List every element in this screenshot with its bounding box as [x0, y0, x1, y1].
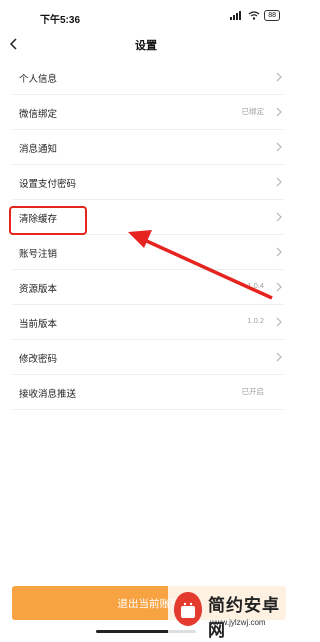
watermark-name: 简约安卓网: [208, 596, 280, 640]
chevron-right-icon: [276, 352, 282, 362]
android-logo-icon: [174, 592, 202, 626]
row-value: 1.0.2: [247, 316, 264, 325]
status-icons: 88: [230, 10, 280, 21]
nav-bar: 设置: [0, 34, 292, 56]
wifi-icon: [248, 11, 260, 20]
row-label: 设置支付密码: [19, 179, 77, 190]
chevron-right-icon: [276, 142, 282, 152]
chevron-right-icon: [276, 72, 282, 82]
row-value: 已开启: [241, 387, 265, 396]
status-time: 下午5:36: [40, 15, 81, 26]
settings-row-payment-password[interactable]: 设置支付密码: [12, 165, 284, 200]
row-label: 当前版本: [19, 319, 58, 330]
row-label: 修改密码: [19, 354, 58, 365]
row-label: 账号注销: [19, 249, 58, 260]
page-title: 设置: [135, 40, 157, 52]
chevron-right-icon: [276, 177, 282, 187]
watermark: 简约安卓网 www.jylzwj.com: [168, 580, 292, 642]
settings-row-current-version[interactable]: 当前版本 1.0.2: [12, 305, 284, 340]
chevron-right-icon: [276, 317, 282, 327]
chevron-right-icon: [276, 212, 282, 222]
row-label: 资源版本: [19, 284, 58, 295]
signal-icon: [230, 11, 242, 20]
row-value: 已绑定: [241, 107, 265, 116]
row-label: 微信绑定: [19, 109, 58, 120]
status-bar: 下午5:36 88: [0, 0, 292, 34]
row-label: 消息通知: [19, 144, 58, 155]
settings-row-notifications[interactable]: 消息通知: [12, 130, 284, 165]
chevron-right-icon: [276, 107, 282, 117]
chevron-right-icon: [276, 282, 282, 292]
settings-row-push-messages[interactable]: 接收消息推送 已开启: [12, 375, 284, 410]
chevron-right-icon: [276, 247, 282, 257]
settings-row-change-password[interactable]: 修改密码: [12, 340, 284, 375]
highlight-box: [9, 206, 87, 235]
settings-row-personal-info[interactable]: 个人信息: [12, 60, 284, 95]
battery-icon: 88: [264, 10, 280, 21]
watermark-url: www.jylzwj.com: [210, 618, 266, 627]
annotation-arrow-icon: [128, 230, 273, 300]
settings-row-wechat-binding[interactable]: 微信绑定 已绑定: [12, 95, 284, 130]
row-label: 个人信息: [19, 74, 58, 85]
row-label: 接收消息推送: [19, 389, 77, 400]
